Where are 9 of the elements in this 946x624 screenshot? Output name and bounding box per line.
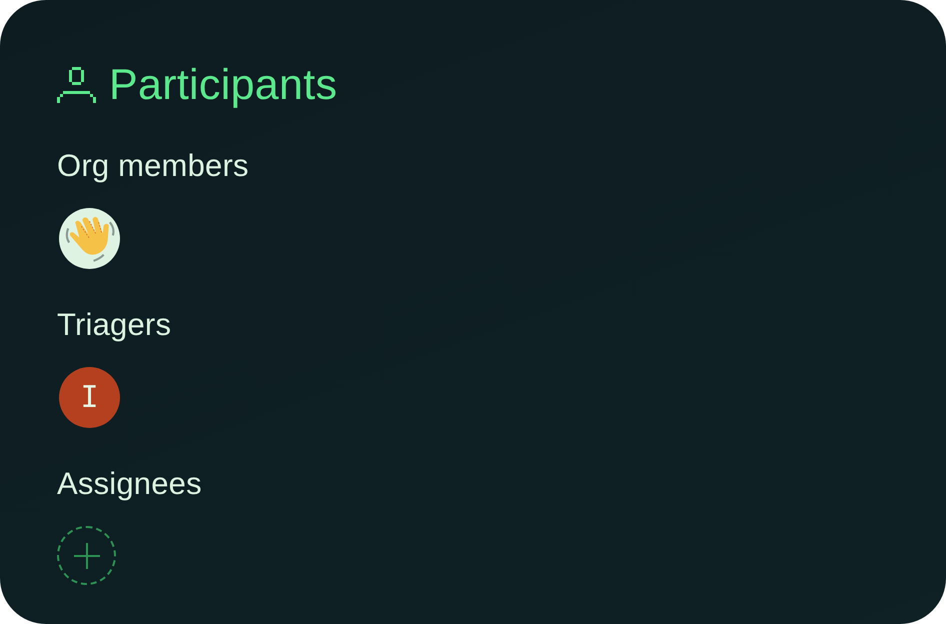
panel-title: Participants — [109, 60, 338, 110]
group-label: Assignees — [57, 465, 202, 503]
person-icon — [57, 67, 96, 103]
initial-avatar: I — [59, 367, 120, 428]
group-label: Triagers — [57, 306, 172, 344]
waving-hand-avatar-icon — [59, 208, 120, 269]
add-assignee-button[interactable] — [57, 526, 116, 585]
plus-icon — [74, 542, 100, 568]
group-label: Org members — [57, 147, 249, 185]
